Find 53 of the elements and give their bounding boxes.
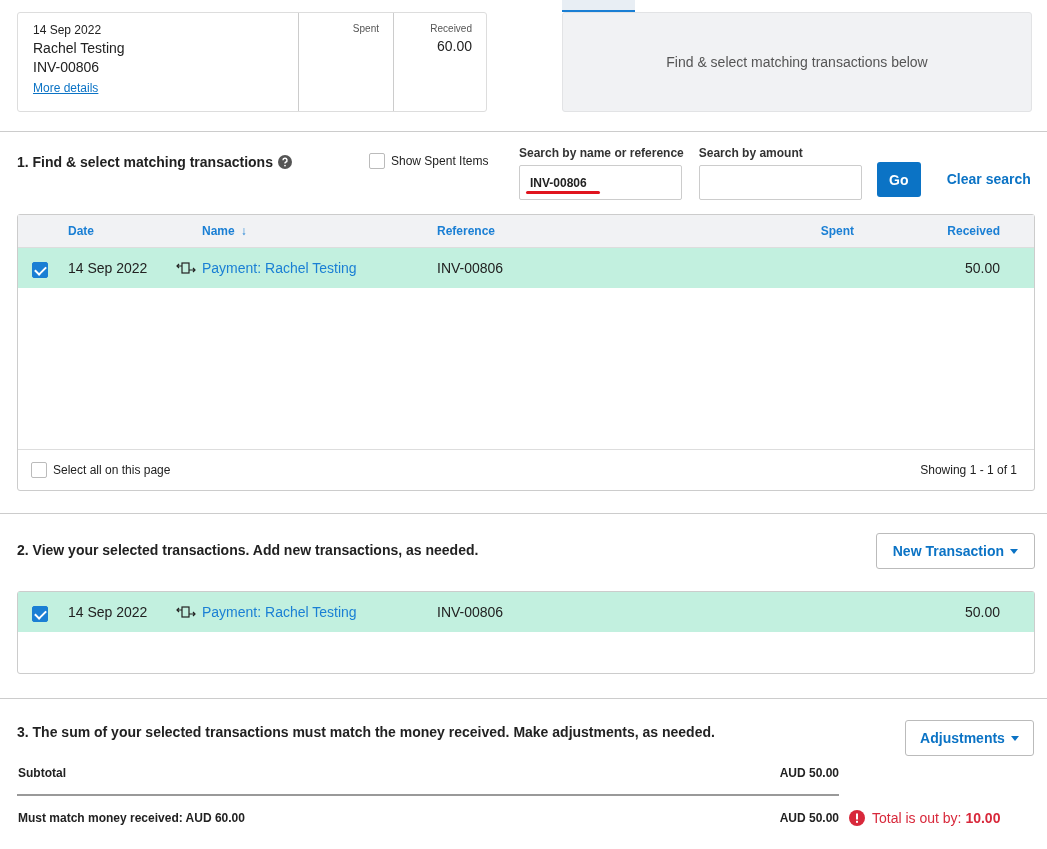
table-row[interactable]: 14 Sep 2022 Payment: Rachel Testing INV-00806 50.00 — [18, 592, 1034, 632]
caret-icon — [1010, 548, 1018, 554]
date-cell-text: 14 Sep 2022 — [68, 604, 149, 620]
received-label: Received — [430, 23, 472, 34]
subtotal-amount: AUD 50.00 — [779, 766, 839, 780]
date-cell-text: 14 Sep 2022 — [68, 260, 149, 276]
checkbox[interactable] — [32, 261, 48, 278]
help-icon[interactable] — [277, 155, 292, 169]
column-header[interactable]: Received — [947, 224, 1000, 238]
must-match-label: Must match money received: AUD 60.00 — [18, 811, 245, 825]
section-heading: 3. The sum of your selected transactions must match the money received. Make adjustments, as needed. — [17, 724, 716, 740]
received-cell: 50.00 — [964, 260, 1000, 276]
checkbox[interactable] — [31, 462, 47, 478]
search-field[interactable]: INV-00806 — [519, 165, 682, 200]
adjustments-button[interactable]: Adjustments — [905, 720, 1034, 756]
error-icon — [849, 810, 865, 826]
transaction-link[interactable]: Payment: Rachel Testing — [202, 260, 357, 276]
field-label: Search by name or reference — [519, 146, 684, 160]
go-button[interactable]: Go — [876, 162, 921, 197]
total-amount: AUD 50.00 — [779, 811, 839, 825]
table-row[interactable]: 14 Sep 2022 Payment: Rachel Testing INV-00806 50.00 — [18, 248, 1034, 288]
new-transaction-button[interactable]: New Transaction — [875, 533, 1035, 569]
statement-reference: INV-00806 — [33, 58, 100, 77]
caret-icon — [1010, 735, 1019, 741]
transaction-link[interactable]: Payment: Rachel Testing — [202, 604, 357, 620]
field-label: Search by amount — [698, 146, 804, 160]
tab[interactable] — [562, 0, 635, 12]
transfer-icon — [176, 260, 196, 276]
transfer-icon — [176, 604, 196, 620]
amount-field[interactable] — [698, 165, 862, 200]
clear-search-link[interactable]: Clear search — [946, 171, 1031, 187]
subtotal-label: Subtotal — [18, 766, 66, 780]
reference-cell-text: INV-00806 — [437, 604, 505, 620]
spent-label: Spent — [352, 23, 379, 34]
section-heading: 2. View your selected transactions. Add new transactions, as needed. — [17, 542, 479, 558]
column-header[interactable]: Spent — [820, 224, 854, 238]
received-cell: 50.00 — [964, 604, 1000, 620]
checkbox-label: Show Spent Items — [391, 154, 489, 168]
more-details-link[interactable]: More details — [33, 81, 99, 95]
pagination-info: Showing 1 - 1 of 1 — [920, 463, 1017, 477]
section-heading: 1. Find & select matching transactions — [17, 154, 273, 170]
reference-cell-text: INV-00806 — [437, 260, 505, 276]
column-header[interactable]: Name ↓ — [176, 224, 437, 238]
statement-date: 14 Sep 2022 — [33, 23, 102, 37]
select-all-label: Select all on this page — [53, 463, 171, 477]
statement-payee: Rachel Testing — [33, 39, 125, 58]
received-amount: 60.00 — [436, 38, 472, 54]
column-header[interactable]: Date — [68, 224, 176, 238]
checkbox[interactable] — [369, 153, 385, 169]
warning-message: Total is out by: 10.00 — [872, 810, 1001, 826]
column-header[interactable]: Reference — [437, 224, 714, 238]
checkbox[interactable] — [32, 605, 48, 622]
panel-message: Find & select matching transactions below — [666, 54, 928, 70]
